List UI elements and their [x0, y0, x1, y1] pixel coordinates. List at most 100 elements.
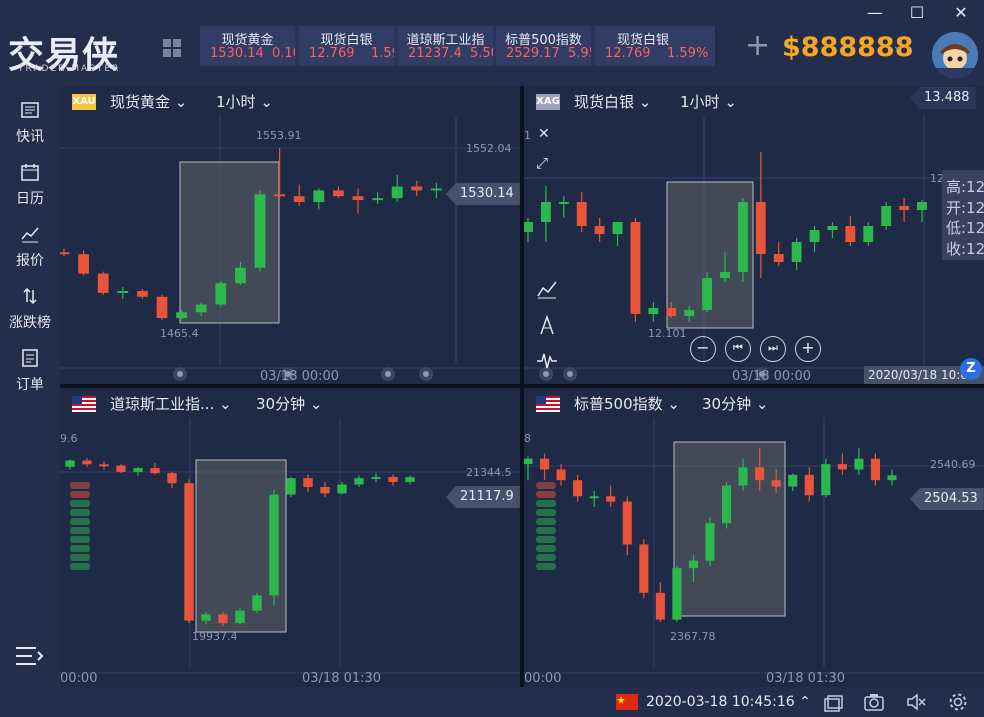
- candle-body: [684, 310, 695, 316]
- candle-body: [371, 476, 381, 479]
- sidebar-item-calendar[interactable]: 日历: [0, 154, 60, 210]
- candle-body: [827, 226, 838, 230]
- chevron-down-icon: ⌄: [724, 93, 737, 111]
- ticker-item[interactable]: 现货黄金 1530.14 0.10: [200, 26, 295, 66]
- calendar-icon: [21, 164, 39, 181]
- symbol-name[interactable]: 道琼斯工业指... ⌄: [110, 393, 232, 414]
- axis-price-left: 8: [524, 432, 531, 445]
- candlestick-chart-sp500[interactable]: [524, 388, 984, 687]
- candle-body: [755, 467, 765, 481]
- symbol-name[interactable]: 现货黄金 ⌄: [110, 91, 187, 112]
- symbol-label: 现货黄金: [110, 93, 171, 111]
- candle-body: [65, 460, 75, 467]
- expand-icon[interactable]: ⤢: [536, 154, 548, 172]
- interval-select[interactable]: 30分钟 ⌄: [256, 393, 322, 414]
- chart-panel-dow[interactable]: 道琼斯工业指... ⌄ 30分钟 ⌄ 9.6 21344.5 21117.9 1…: [60, 388, 520, 687]
- mute-icon[interactable]: [906, 692, 926, 712]
- candle-body: [705, 523, 715, 561]
- candlestick-chart-dow[interactable]: [60, 388, 520, 687]
- time-label: 03/18 00:00: [260, 369, 340, 384]
- candle-body: [688, 560, 699, 569]
- chart-panel-gold[interactable]: XAU 现货黄金 ⌄ 1小时 ⌄ 1552.04 1553.91 1465.4 …: [60, 86, 520, 384]
- sidebar-item-rankings[interactable]: 涨跌榜: [0, 278, 60, 334]
- symbol-name[interactable]: 现货白银 ⌄: [574, 91, 651, 112]
- volume-bar: [536, 554, 556, 561]
- step-back-button[interactable]: ⏮: [725, 336, 751, 362]
- wave-icon[interactable]: [536, 350, 558, 372]
- app-logo-subtitle: TRADER MASTER: [18, 64, 121, 74]
- maximize-button[interactable]: ☐: [904, 2, 930, 24]
- candle-body: [589, 496, 599, 499]
- symbol-name[interactable]: 标普500指数 ⌄: [574, 393, 680, 414]
- candle-body: [771, 480, 781, 487]
- chevron-down-icon: ⌄: [755, 395, 769, 413]
- candle-body: [702, 278, 713, 310]
- candle-body: [431, 188, 442, 191]
- candle-body: [337, 484, 347, 494]
- interval-select[interactable]: 1小时 ⌄: [680, 91, 737, 112]
- ticker-change: 5.95: [568, 46, 591, 61]
- ticker-item[interactable]: 标普500指数 2529.17 5.95: [496, 26, 591, 66]
- zoom-in-button[interactable]: +: [795, 336, 821, 362]
- ticker-item[interactable]: 现货白银 12.769 1.59: [299, 26, 394, 66]
- candle-body: [845, 226, 856, 242]
- camera-icon[interactable]: [864, 692, 884, 712]
- zoom-out-button[interactable]: −: [690, 336, 716, 362]
- candle-body: [612, 222, 623, 234]
- chevron-down-icon[interactable]: ⌄: [892, 38, 904, 54]
- silver-symbol-icon: XAG: [536, 94, 560, 110]
- candle-body: [293, 196, 305, 202]
- volume-bar: [70, 527, 90, 534]
- panel-divider-horizontal[interactable]: [60, 384, 984, 388]
- sidebar-item-label: 订单: [16, 377, 44, 393]
- clock[interactable]: 2020-03-18 10:45:16 ⌃: [646, 694, 811, 710]
- user-avatar[interactable]: [932, 32, 978, 78]
- symbol-label: 道琼斯工业指...: [110, 395, 215, 413]
- time-label: 03/18 01:30: [766, 671, 846, 686]
- candle-body: [320, 486, 330, 494]
- close-chart-icon[interactable]: ✕: [538, 126, 550, 142]
- sidebar-item-quotes[interactable]: 报价: [0, 216, 60, 272]
- chart-panel-sp500[interactable]: 标普500指数 ⌄ 30分钟 ⌄ 8 2540.69 2504.53 2367.…: [524, 388, 984, 687]
- axis-price: 2540.69: [930, 458, 976, 471]
- interval-select[interactable]: 30分钟 ⌄: [702, 393, 768, 414]
- ticker-item[interactable]: 现货白银 12.769 1.59%: [595, 26, 715, 66]
- volume-bar: [70, 491, 90, 498]
- chart-panel-silver[interactable]: XAG 现货白银 ⌄ 1小时 ⌄ 1 12 13.488 12.101 03/1…: [524, 86, 984, 384]
- drawing-tool-icon[interactable]: [536, 314, 558, 336]
- volume-bar: [70, 536, 90, 543]
- high-label: 1553.91: [256, 129, 302, 142]
- clock-text: 2020-03-18 10:45:16: [646, 694, 795, 710]
- window-layout-icon[interactable]: [824, 692, 844, 712]
- candle-body: [773, 254, 784, 262]
- chevron-up-icon: ⌃: [799, 694, 811, 710]
- interval-select[interactable]: 1小时 ⌄: [216, 91, 273, 112]
- candle-body: [99, 464, 109, 467]
- menu-icon[interactable]: [14, 644, 46, 668]
- sidebar-item-news[interactable]: 快讯: [0, 92, 60, 148]
- candlestick-chart-silver[interactable]: [524, 86, 984, 384]
- candle-body: [215, 283, 227, 305]
- candle-body: [594, 226, 605, 234]
- candle-body: [558, 202, 569, 204]
- ticker-change: 0.10: [272, 46, 295, 61]
- time-label: 03/18 01:30: [302, 671, 382, 686]
- candle-body: [78, 254, 89, 274]
- candle-body: [137, 290, 148, 297]
- sidebar-item-orders[interactable]: 订单: [0, 340, 60, 396]
- chevron-down-icon: ⌄: [260, 93, 273, 111]
- candle-body: [195, 304, 207, 313]
- step-forward-button[interactable]: ⏭: [760, 336, 786, 362]
- ticker-item[interactable]: 道琼斯工业指 21237.4 5.50: [398, 26, 493, 66]
- axis-price: 21344.5: [466, 466, 512, 479]
- axis-price-left: 9.6: [60, 432, 78, 445]
- indicator-icon[interactable]: [536, 278, 558, 300]
- grid-view-icon[interactable]: [162, 38, 182, 58]
- add-ticker-button[interactable]: +: [745, 28, 770, 63]
- candle-body: [411, 186, 423, 191]
- candle-body: [791, 242, 802, 262]
- gear-icon[interactable]: [948, 692, 968, 712]
- close-button[interactable]: ✕: [948, 2, 974, 24]
- volume-bar: [536, 527, 556, 534]
- minimize-button[interactable]: —: [862, 2, 888, 24]
